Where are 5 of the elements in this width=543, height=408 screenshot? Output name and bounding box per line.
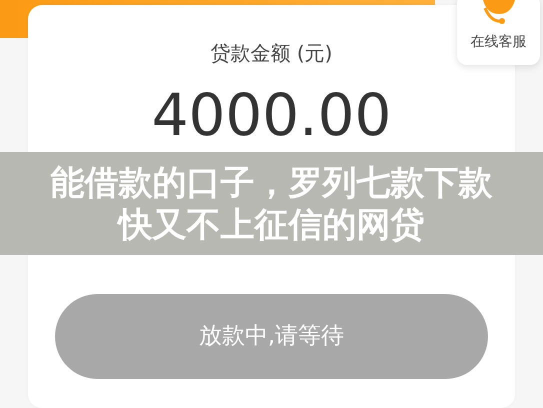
title-text: 能借款的口子，罗列七款下款 [50,162,492,204]
customer-service-button[interactable]: 在线客服 [457,0,540,65]
title-text: 快又不上征信的网贷 [118,204,424,246]
loan-amount-label: 贷款金额 (元) [210,40,332,67]
loan-amount: 4000.00 [152,86,392,144]
